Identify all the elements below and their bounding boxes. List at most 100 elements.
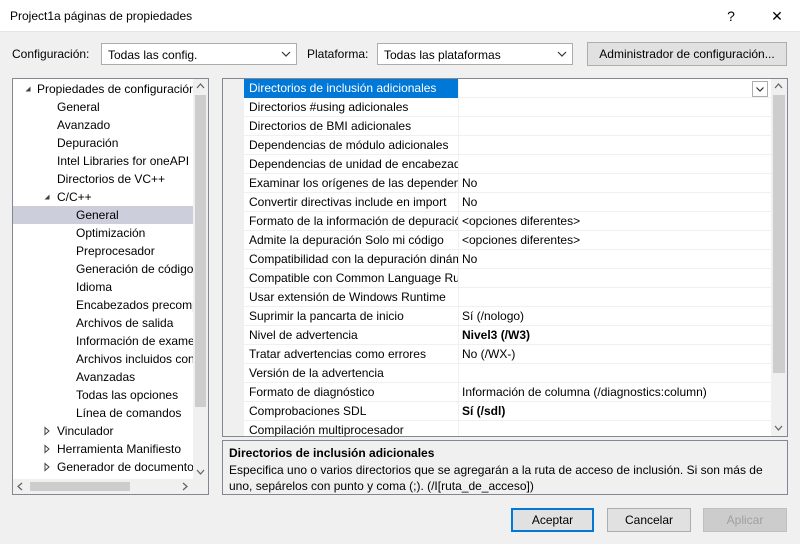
tree-item[interactable]: C/C++: [13, 188, 193, 206]
collapsed-arrow-icon[interactable]: [42, 462, 52, 472]
property-row[interactable]: Compatible con Common Language Runtime: [244, 269, 771, 288]
tree-item[interactable]: Directorios de VC++: [13, 170, 193, 188]
title-bar: Project1a páginas de propiedades ? ✕: [0, 0, 800, 32]
cancel-button[interactable]: Cancelar: [607, 508, 691, 532]
tree-item[interactable]: Avanzadas: [13, 368, 193, 386]
property-row[interactable]: Admite la depuración Solo mi código <opci…: [244, 231, 771, 250]
tree-item-label: Línea de comandos: [76, 406, 182, 420]
tree-item[interactable]: Intel Libraries for oneAPI: [13, 152, 193, 170]
property-row[interactable]: Dependencias de unidad de encabezado adi…: [244, 155, 771, 174]
tree-item[interactable]: General: [13, 98, 193, 116]
configuration-value: Todas las config.: [108, 48, 198, 62]
scroll-up-icon[interactable]: [774, 82, 783, 90]
ok-button[interactable]: Aceptar: [511, 508, 594, 532]
description-title: Directorios de inclusión adicionales: [229, 446, 435, 460]
tree-item[interactable]: Encabezados precompilados: [13, 296, 193, 314]
tree-item[interactable]: Generación de código: [13, 260, 193, 278]
property-name: Compatibilidad con la depuración dinámic…: [244, 250, 459, 269]
property-row[interactable]: Convertir directivas include en import No: [244, 193, 771, 212]
tree-item[interactable]: Archivos de salida: [13, 314, 193, 332]
tree-hscroll-thumb[interactable]: [30, 482, 130, 491]
property-value[interactable]: No: [462, 174, 477, 193]
property-row[interactable]: Directorios de BMI adicionales: [244, 117, 771, 136]
property-name: Formato de diagnóstico: [244, 383, 459, 402]
scroll-down-icon[interactable]: [774, 424, 783, 432]
property-value[interactable]: No: [462, 193, 477, 212]
property-value[interactable]: Nivel3 (/W3): [462, 326, 530, 345]
property-row[interactable]: Compatibilidad con la depuración dinámic…: [244, 250, 771, 269]
tree-item[interactable]: Avanzado: [13, 116, 193, 134]
property-value[interactable]: Sí (/sdl): [462, 402, 505, 421]
tree-item-label: Generación de código: [76, 262, 193, 276]
tree-vertical-scrollbar[interactable]: [193, 79, 208, 479]
property-row[interactable]: Directorios #using adicionales: [244, 98, 771, 117]
tree-horizontal-scrollbar[interactable]: [13, 479, 208, 494]
collapsed-arrow-icon[interactable]: [42, 426, 52, 436]
tree-item[interactable]: Vinculador: [13, 422, 193, 440]
help-button[interactable]: ?: [708, 0, 754, 32]
chevron-down-icon: [557, 51, 567, 57]
tree-item[interactable]: Herramienta Manifiesto: [13, 440, 193, 458]
property-row[interactable]: Usar extensión de Windows Runtime: [244, 288, 771, 307]
property-row[interactable]: Comprobaciones SDL Sí (/sdl): [244, 402, 771, 421]
property-name: Examinar los orígenes de las dependencia…: [244, 174, 459, 193]
expanded-arrow-icon[interactable]: [42, 192, 52, 202]
scroll-left-icon[interactable]: [16, 482, 24, 491]
property-row[interactable]: Examinar los orígenes de las dependencia…: [244, 174, 771, 193]
property-row[interactable]: Suprimir la pancarta de inicio Sí (/nolog…: [244, 307, 771, 326]
tree-item[interactable]: Archivos incluidos conjuntamente: [13, 350, 193, 368]
property-name: Compatible con Common Language Runtime: [244, 269, 459, 288]
property-row[interactable]: Dependencias de módulo adicionales: [244, 136, 771, 155]
configuration-manager-button[interactable]: Administrador de configuración...: [587, 42, 787, 66]
scroll-down-icon[interactable]: [196, 468, 205, 476]
description-panel: Directorios de inclusión adicionales Esp…: [222, 440, 788, 495]
tree-item[interactable]: Idioma: [13, 278, 193, 296]
configuration-combo[interactable]: Todas las config.: [101, 43, 297, 65]
tree-item[interactable]: Depuración: [13, 134, 193, 152]
tree-item-label: Idioma: [76, 280, 113, 294]
property-row[interactable]: Tratar advertencias como errores No (/WX-…: [244, 345, 771, 364]
tree-item[interactable]: Todas las opciones: [13, 386, 193, 404]
property-name: Comprobaciones SDL: [244, 402, 459, 421]
tree-item[interactable]: Generador de documentos XML: [13, 458, 193, 476]
chevron-down-icon: [756, 87, 764, 92]
tree-item[interactable]: Preprocesador: [13, 242, 193, 260]
property-value[interactable]: No: [462, 250, 477, 269]
property-name: Nivel de advertencia: [244, 326, 459, 345]
collapsed-arrow-icon[interactable]: [42, 444, 52, 454]
tree-item[interactable]: General: [13, 206, 193, 224]
apply-button[interactable]: Aplicar: [703, 508, 787, 532]
property-row[interactable]: Nivel de advertencia Nivel3 (/W3): [244, 326, 771, 345]
chevron-down-icon: [281, 51, 291, 57]
property-row[interactable]: Formato de la información de depuración <…: [244, 212, 771, 231]
tree-item-label: Directorios de VC++: [57, 172, 166, 186]
scroll-up-icon[interactable]: [196, 82, 205, 90]
property-name: Versión de la advertencia: [244, 364, 459, 383]
property-value[interactable]: Sí (/nologo): [462, 307, 524, 326]
tree-item[interactable]: Línea de comandos: [13, 404, 193, 422]
property-value[interactable]: Información de columna (/diagnostics:col…: [462, 383, 707, 402]
property-row[interactable]: Formato de diagnóstico Información de col…: [244, 383, 771, 402]
property-row[interactable]: Compilación multiprocesador: [244, 421, 771, 436]
tree-scroll-thumb[interactable]: [195, 95, 206, 407]
property-value[interactable]: <opciones diferentes>: [462, 212, 580, 231]
property-name: Formato de la información de depuración: [244, 212, 459, 231]
property-value[interactable]: No (/WX-): [462, 345, 515, 364]
tree-item-label: Información de examen: [76, 334, 193, 348]
property-row[interactable]: Directorios de inclusión adicionales: [244, 79, 771, 98]
tree-item[interactable]: Optimización: [13, 224, 193, 242]
grid-vertical-scrollbar[interactable]: [771, 79, 787, 436]
value-dropdown-button[interactable]: [752, 81, 768, 97]
property-row[interactable]: Versión de la advertencia: [244, 364, 771, 383]
expanded-arrow-icon[interactable]: [23, 84, 33, 94]
platform-combo[interactable]: Todas las plataformas: [377, 43, 573, 65]
property-value[interactable]: <opciones diferentes>: [462, 231, 580, 250]
tree-item-label: Propiedades de configuración: [37, 82, 193, 96]
grid-scroll-thumb[interactable]: [773, 95, 785, 373]
tree-item-label: Intel Libraries for oneAPI: [57, 154, 190, 168]
tree-item[interactable]: Propiedades de configuración: [13, 80, 193, 98]
scroll-right-icon[interactable]: [181, 482, 189, 491]
close-button[interactable]: ✕: [754, 0, 800, 32]
tree-item[interactable]: Información de examen: [13, 332, 193, 350]
tree-item-label: General: [76, 208, 119, 222]
